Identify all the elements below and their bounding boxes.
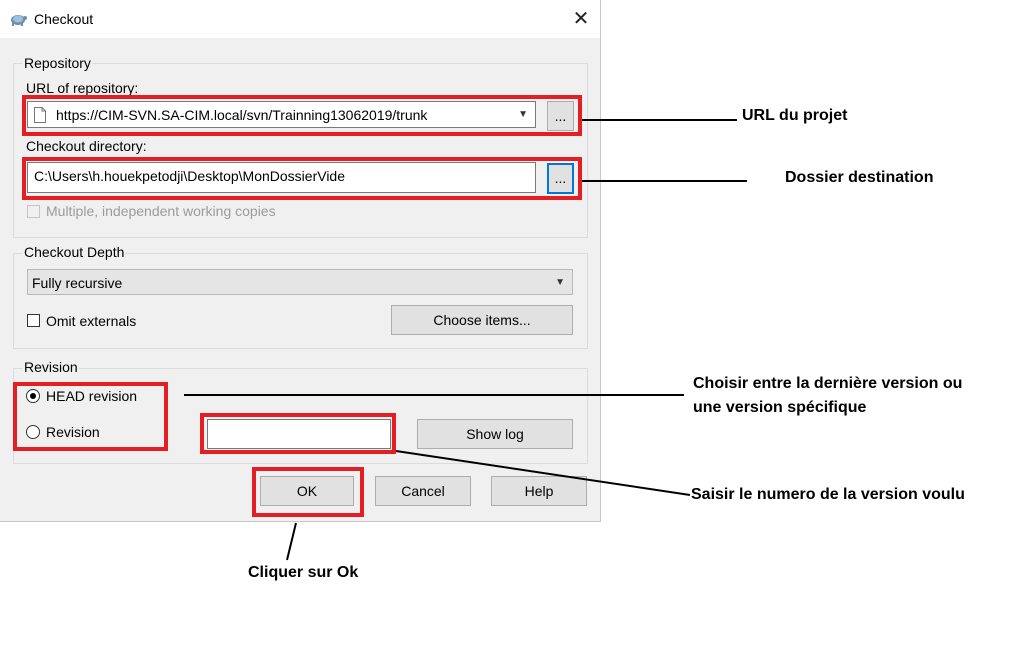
choose-annotation-line1: Choisir entre la dernière version ou [693, 375, 963, 392]
annotation-lines [184, 119, 747, 561]
enter-annotation-line [395, 450, 691, 496]
enter-annotation: Saisir le numero de la version voulu [691, 486, 965, 503]
choose-annotation-line2: une version spécifique [693, 399, 867, 416]
click-annotation-line [286, 522, 297, 561]
dest-annotation: Dossier destination [785, 169, 934, 186]
url-annotation: URL du projet [742, 107, 848, 124]
click-annotation: Cliquer sur Ok [248, 564, 359, 581]
